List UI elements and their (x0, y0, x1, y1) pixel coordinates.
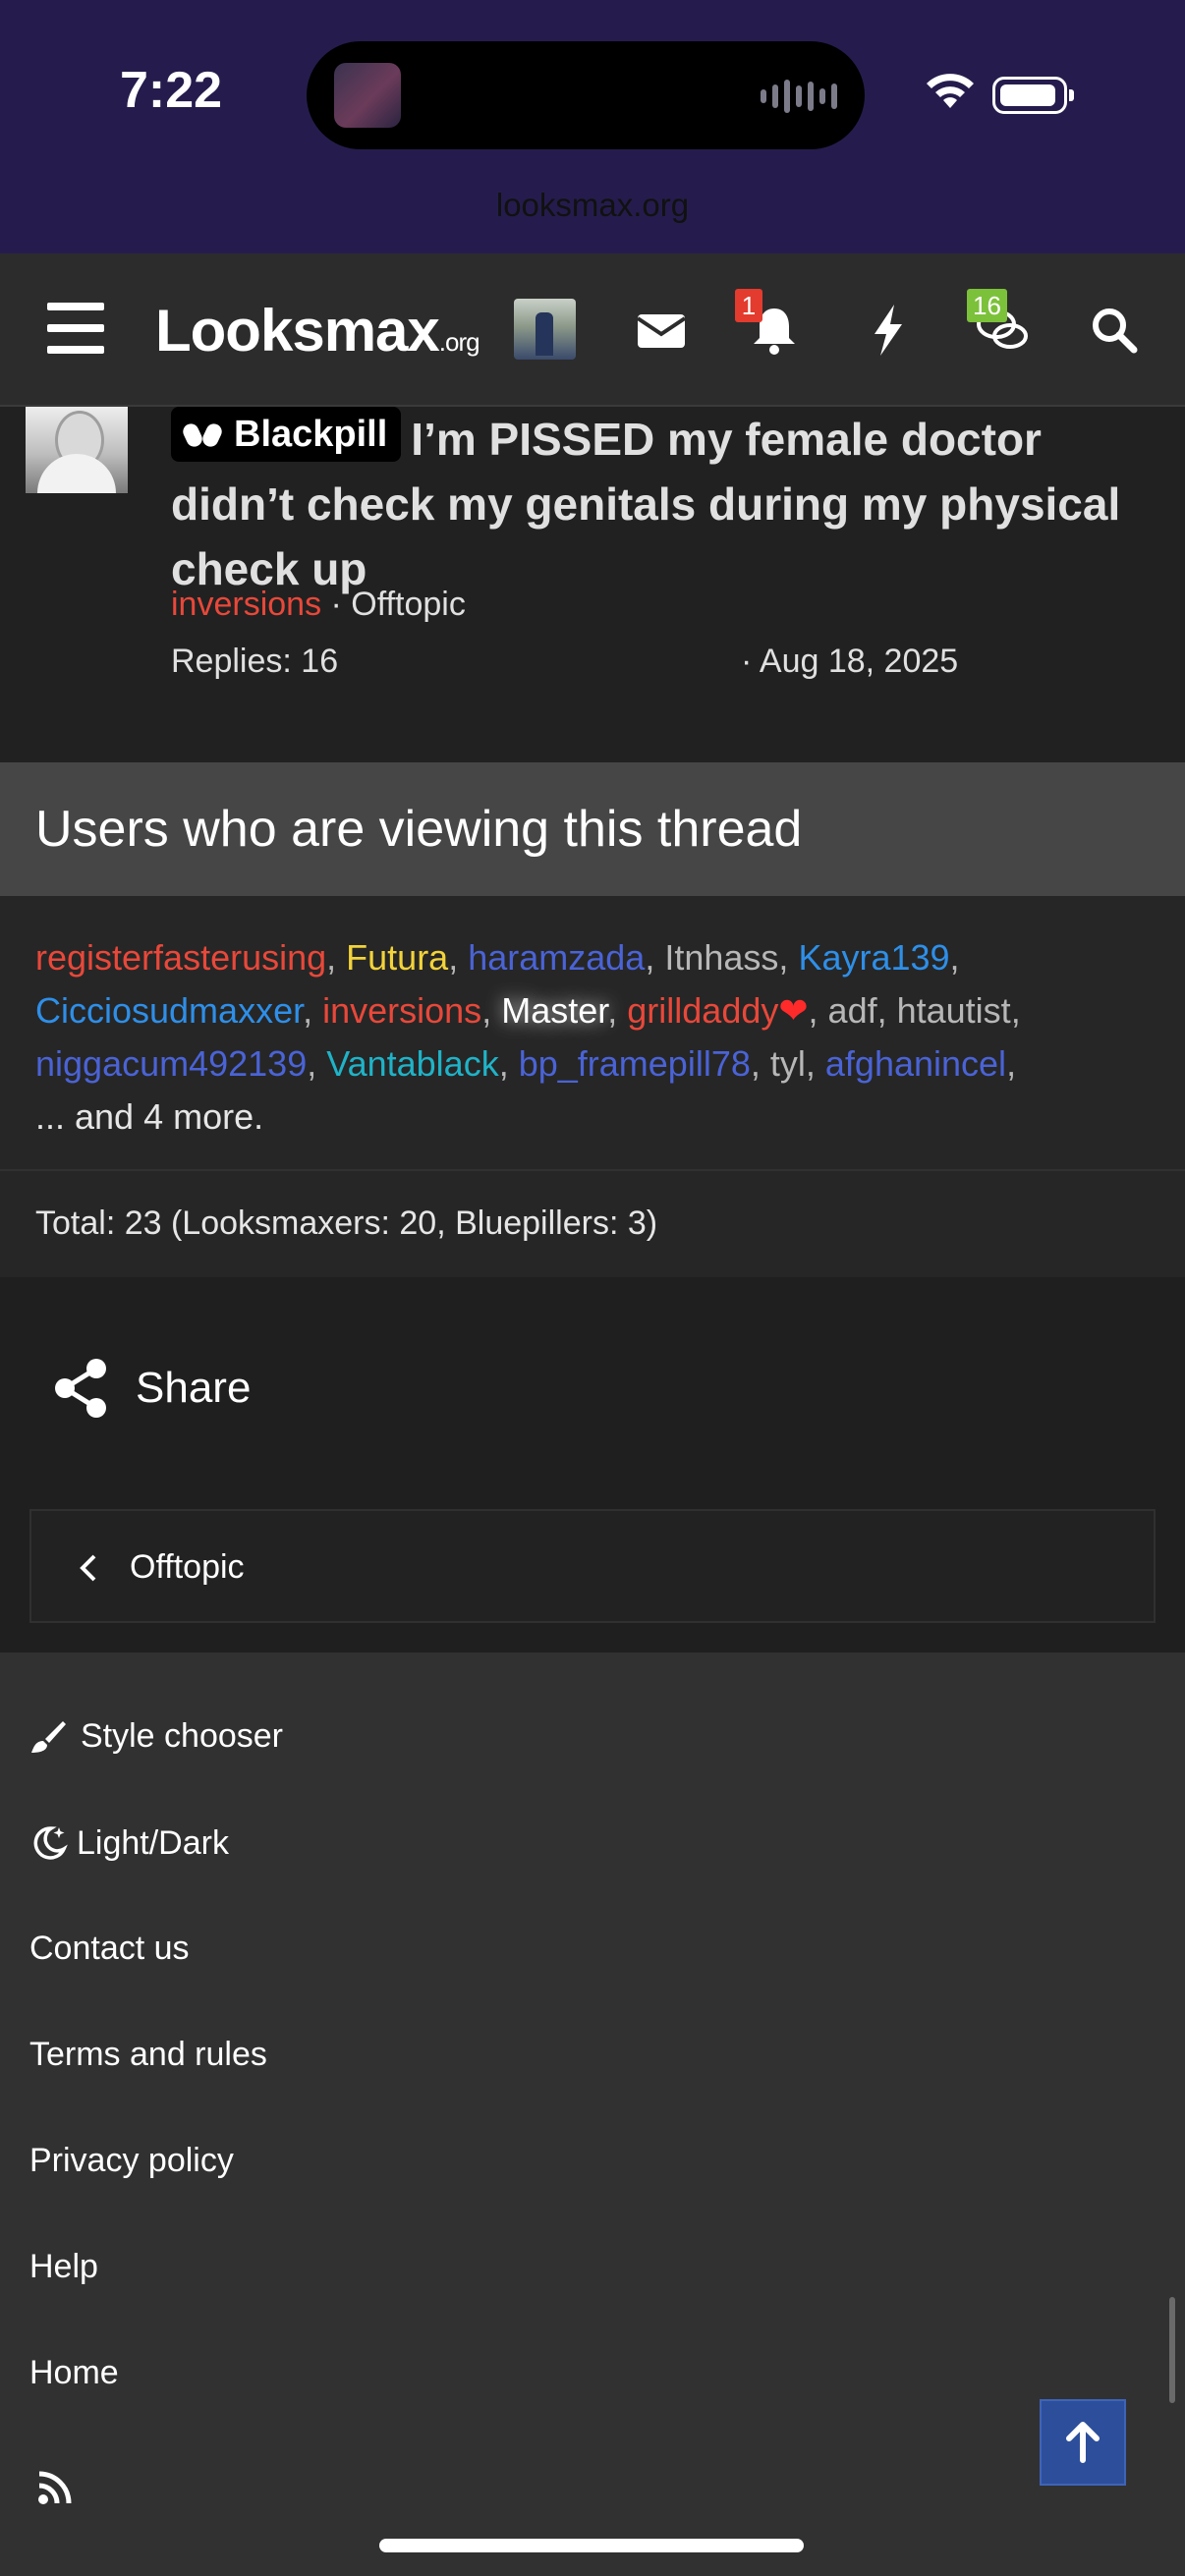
thread-replies: Replies: 16 (171, 643, 339, 680)
viewer-separator: , (307, 1043, 327, 1084)
viewer-separator: , (448, 937, 469, 978)
viewer-separator: , (326, 937, 347, 978)
viewer-separator: , (498, 1043, 519, 1084)
viewer-user-link[interactable]: htautist (897, 990, 1011, 1031)
bolt-icon[interactable] (859, 301, 918, 360)
terms-link[interactable]: Terms and rules (29, 2036, 267, 2074)
viewer-separator: , (805, 1043, 825, 1084)
viewers-total: Total: 23 (Looksmaxers: 20, Bluepillers:… (35, 1204, 658, 1242)
status-bar: 7:22 looksmax.org (0, 0, 1185, 253)
viewer-separator: , (750, 1043, 770, 1084)
search-icon[interactable] (1085, 301, 1144, 360)
viewer-separator: , (876, 990, 897, 1031)
arrow-up-icon (1066, 2422, 1100, 2463)
viewer-user-link[interactable]: grilldaddy (627, 990, 778, 1031)
breadcrumb-offtopic[interactable]: Offtopic (130, 1548, 245, 1587)
wifi-icon (927, 74, 974, 108)
paint-brush-icon (31, 1720, 66, 1753)
help-link[interactable]: Help (29, 2248, 98, 2286)
viewer-separator: , (778, 937, 799, 978)
home-link[interactable]: Home (29, 2354, 119, 2392)
viewer-user-link[interactable]: afghanincel (825, 1043, 1006, 1084)
viewers-total-row: Total: 23 (Looksmaxers: 20, Bluepillers:… (0, 1169, 1185, 1277)
viewer-separator: , (481, 990, 502, 1031)
thread-meta: inversions · Offtopic (171, 586, 466, 624)
share-label: Share (136, 1364, 252, 1412)
breadcrumb[interactable]: Offtopic (29, 1509, 1156, 1623)
thread-date: · Aug 18, 2025 (741, 643, 959, 680)
privacy-policy-link[interactable]: Privacy policy (29, 2142, 234, 2180)
home-indicator[interactable] (379, 2539, 804, 2552)
envelope-icon[interactable] (632, 301, 691, 360)
light-dark-toggle[interactable]: Light/Dark (29, 1823, 229, 1863)
viewer-user-link[interactable]: Cicciosudmaxxer (35, 990, 303, 1031)
viewer-separator: , (808, 990, 828, 1031)
contact-us-link[interactable]: Contact us (29, 1930, 190, 1968)
status-time: 7:22 (120, 62, 223, 119)
thread-author-avatar[interactable] (26, 407, 128, 493)
viewer-user-link[interactable]: niggacum492139 (35, 1043, 307, 1084)
viewer-user-link[interactable]: Futura (346, 937, 448, 978)
footer: Style chooser Light/Dark Contact us Term… (0, 1652, 1185, 2576)
viewer-user-link[interactable]: tyl (770, 1043, 806, 1084)
viewer-user-link[interactable]: haramzada (468, 937, 645, 978)
viewer-separator: , (303, 990, 323, 1031)
page-scrollbar[interactable] (1169, 2297, 1175, 2403)
viewer-separator: , (1010, 990, 1021, 1031)
battery-level (1000, 84, 1055, 106)
viewer-separator: , (607, 990, 628, 1031)
viewer-user-link[interactable]: Vantablack (326, 1043, 498, 1084)
heart-icon: ❤ (778, 990, 809, 1031)
viewer-separator: , (949, 937, 960, 978)
share-icon (55, 1359, 106, 1418)
site-logo[interactable]: Looksmax.org (155, 297, 480, 364)
pill-icon (183, 423, 222, 447)
now-playing-thumbnail (334, 63, 401, 128)
viewer-user-link[interactable]: Master (501, 990, 607, 1031)
site-header: Looksmax.org 1 16 (0, 253, 1185, 407)
chevron-left-icon (80, 1554, 96, 1582)
viewer-list: registerfasterusing, Futura, haramzada, … (35, 931, 1165, 1144)
rss-icon[interactable] (35, 2468, 75, 2507)
viewers-header: Users who are viewing this thread (0, 762, 1185, 896)
conversations-badge: 16 (967, 289, 1007, 322)
share-button[interactable]: Share (53, 1358, 251, 1419)
audio-wave-icon (761, 79, 837, 114)
viewer-separator: , (1006, 1043, 1017, 1084)
viewer-user-link[interactable]: bp_framepill78 (519, 1043, 751, 1084)
scroll-to-top-button[interactable] (1040, 2399, 1126, 2486)
thread-title[interactable]: Blackpill I’m PISSED my female doctor di… (171, 407, 1163, 601)
menu-icon[interactable] (47, 303, 104, 354)
moon-icon (33, 1826, 68, 1860)
alerts-badge: 1 (735, 289, 762, 322)
viewer-user-link[interactable]: Itnhass (664, 937, 778, 978)
battery-icon (992, 77, 1074, 114)
thread-item[interactable]: Blackpill I’m PISSED my female doctor di… (0, 407, 1185, 762)
thread-prefix-badge[interactable]: Blackpill (171, 407, 402, 462)
viewer-user-link[interactable]: adf (828, 990, 877, 1031)
viewers-heading: Users who are viewing this thread (35, 801, 803, 858)
user-avatar[interactable] (514, 299, 576, 360)
viewer-separator: , (645, 937, 665, 978)
style-chooser-link[interactable]: Style chooser (29, 1717, 283, 1756)
thread-author-link[interactable]: inversions (171, 586, 321, 623)
url-bar[interactable]: looksmax.org (0, 187, 1185, 224)
viewers-panel: registerfasterusing, Futura, haramzada, … (0, 896, 1185, 1169)
viewers-more-link[interactable]: ... and 4 more. (35, 1096, 263, 1137)
viewer-user-link[interactable]: inversions (322, 990, 481, 1031)
viewer-user-link[interactable]: registerfasterusing (35, 937, 326, 978)
thread-forum-link[interactable]: · Offtopic (331, 586, 466, 623)
viewer-user-link[interactable]: Kayra139 (798, 937, 949, 978)
dynamic-island (307, 41, 865, 149)
